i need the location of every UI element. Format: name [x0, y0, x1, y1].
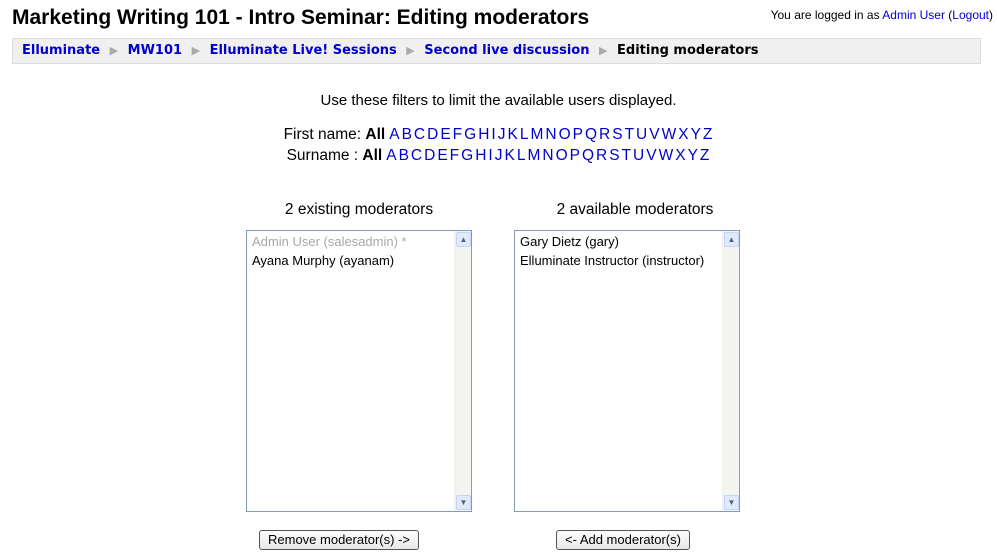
scrollbar[interactable]: ▲ ▼ [454, 231, 471, 511]
breadcrumb-course[interactable]: MW101 [128, 43, 182, 58]
surname-filter-letter-u[interactable]: U [633, 147, 644, 164]
surname-filter-letter-s[interactable]: S [609, 147, 619, 164]
surname-filter-letter-c[interactable]: C [411, 147, 422, 164]
scroll-up-arrow-icon[interactable]: ▲ [724, 232, 739, 247]
firstname-filter-letter-b[interactable]: B [402, 126, 412, 143]
surname-filter-letter-k[interactable]: K [504, 147, 514, 164]
firstname-filter-letter-s[interactable]: S [612, 126, 622, 143]
scroll-down-arrow-icon[interactable]: ▼ [456, 495, 471, 510]
available-moderators-list[interactable]: Gary Dietz (gary) Elluminate Instructor (… [514, 230, 740, 512]
firstname-filter-letter-z[interactable]: Z [703, 126, 712, 143]
surname-filter-letter-f[interactable]: F [450, 147, 459, 164]
existing-moderators-list[interactable]: Admin User (salesadmin) * Ayana Murphy (a… [246, 230, 472, 512]
surname-filter-letter-a[interactable]: A [386, 147, 396, 164]
add-moderator-button[interactable]: <- Add moderator(s) [556, 530, 690, 550]
list-option[interactable]: Gary Dietz (gary) [515, 231, 739, 250]
surname-filter: Surname : All A B C D E F G H I J K L M N O P Q R S T U V W X Y Z [0, 147, 997, 165]
firstname-filter: First name: All A B C D E F G H I J K L M N O P Q R S T U V W X Y… [0, 126, 997, 144]
firstname-filter-letter-h[interactable]: H [478, 126, 489, 143]
firstname-filter-letter-v[interactable]: V [649, 126, 659, 143]
breadcrumb-session[interactable]: Second live discussion [424, 43, 589, 58]
firstname-filter-letter-p[interactable]: P [573, 126, 583, 143]
login-prefix: You are logged in as [770, 8, 880, 22]
firstname-filter-letter-a[interactable]: A [389, 126, 399, 143]
surname-filter-letter-t[interactable]: T [622, 147, 631, 164]
firstname-filter-label: First name: [283, 126, 362, 143]
triangle-right-icon: ▶ [109, 44, 119, 57]
list-option[interactable]: Elluminate Instructor (instructor) [515, 250, 739, 269]
surname-filter-letter-o[interactable]: O [556, 147, 568, 164]
surname-filter-letter-h[interactable]: H [475, 147, 486, 164]
surname-filter-letter-p[interactable]: P [570, 147, 580, 164]
firstname-filter-letter-y[interactable]: Y [691, 126, 701, 143]
firstname-filter-letter-o[interactable]: O [559, 126, 571, 143]
scroll-down-arrow-icon[interactable]: ▼ [724, 495, 739, 510]
surname-filter-letter-r[interactable]: R [596, 147, 607, 164]
firstname-filter-letter-r[interactable]: R [599, 126, 610, 143]
firstname-filter-letter-u[interactable]: U [636, 126, 647, 143]
surname-filter-letter-w[interactable]: W [659, 147, 674, 164]
surname-filter-all: All [362, 147, 383, 164]
login-user-link[interactable]: Admin User [882, 8, 945, 22]
firstname-filter-letter-q[interactable]: Q [585, 126, 597, 143]
surname-filter-letter-v[interactable]: V [646, 147, 656, 164]
firstname-filter-letter-x[interactable]: X [678, 126, 688, 143]
surname-filter-letter-b[interactable]: B [399, 147, 409, 164]
page-title: Marketing Writing 101 - Intro Seminar: E… [12, 6, 590, 29]
surname-filter-letter-g[interactable]: G [461, 147, 473, 164]
surname-filter-letter-j[interactable]: J [495, 147, 503, 164]
firstname-filter-letter-w[interactable]: W [662, 126, 677, 143]
firstname-filter-letter-d[interactable]: D [427, 126, 438, 143]
filter-intro: Use these filters to limit the available… [320, 92, 677, 109]
scroll-up-arrow-icon[interactable]: ▲ [456, 232, 471, 247]
surname-filter-label: Surname : [286, 147, 359, 164]
triangle-right-icon: ▶ [191, 44, 201, 57]
firstname-filter-letter-e[interactable]: E [440, 126, 450, 143]
firstname-filter-letter-i[interactable]: I [491, 126, 495, 143]
surname-filter-letter-n[interactable]: N [542, 147, 553, 164]
surname-filter-letter-e[interactable]: E [437, 147, 447, 164]
surname-filter-letter-i[interactable]: I [488, 147, 492, 164]
surname-filter-letter-l[interactable]: L [517, 147, 526, 164]
breadcrumb-elluminate[interactable]: Elluminate [22, 43, 100, 58]
breadcrumb-sessions[interactable]: Elluminate Live! Sessions [210, 43, 397, 58]
firstname-filter-letter-t[interactable]: T [625, 126, 634, 143]
firstname-filter-all: All [365, 126, 386, 143]
surname-filter-letter-z[interactable]: Z [700, 147, 709, 164]
firstname-filter-letter-f[interactable]: F [453, 126, 462, 143]
firstname-filter-letter-j[interactable]: J [498, 126, 506, 143]
list-option: Admin User (salesadmin) * [252, 234, 407, 249]
breadcrumb: Elluminate ▶ MW101 ▶ Elluminate Live! Se… [12, 38, 981, 64]
firstname-filter-letter-c[interactable]: C [414, 126, 425, 143]
surname-filter-letter-m[interactable]: M [527, 147, 540, 164]
breadcrumb-current: Editing moderators [617, 43, 759, 58]
surname-filter-letter-d[interactable]: D [424, 147, 435, 164]
firstname-filter-letter-l[interactable]: L [520, 126, 529, 143]
scrollbar[interactable]: ▲ ▼ [722, 231, 739, 511]
surname-filter-letter-x[interactable]: X [675, 147, 685, 164]
firstname-filter-letter-m[interactable]: M [530, 126, 543, 143]
firstname-filter-letter-g[interactable]: G [464, 126, 476, 143]
logout-link[interactable]: Logout [952, 8, 989, 22]
existing-moderators-title: 2 existing moderators [284, 201, 434, 218]
triangle-right-icon: ▶ [406, 44, 415, 57]
triangle-right-icon: ▶ [599, 44, 608, 57]
surname-filter-letter-y[interactable]: Y [688, 147, 698, 164]
available-moderators-title: 2 available moderators [556, 201, 714, 218]
surname-filter-letter-q[interactable]: Q [582, 147, 594, 164]
list-option[interactable]: Ayana Murphy (ayanam) [247, 250, 471, 269]
firstname-filter-letter-k[interactable]: K [507, 126, 517, 143]
login-info: You are logged in as Admin User (Logout) [770, 8, 993, 22]
remove-moderator-button[interactable]: Remove moderator(s) -> [259, 530, 419, 550]
firstname-filter-letter-n[interactable]: N [545, 126, 556, 143]
